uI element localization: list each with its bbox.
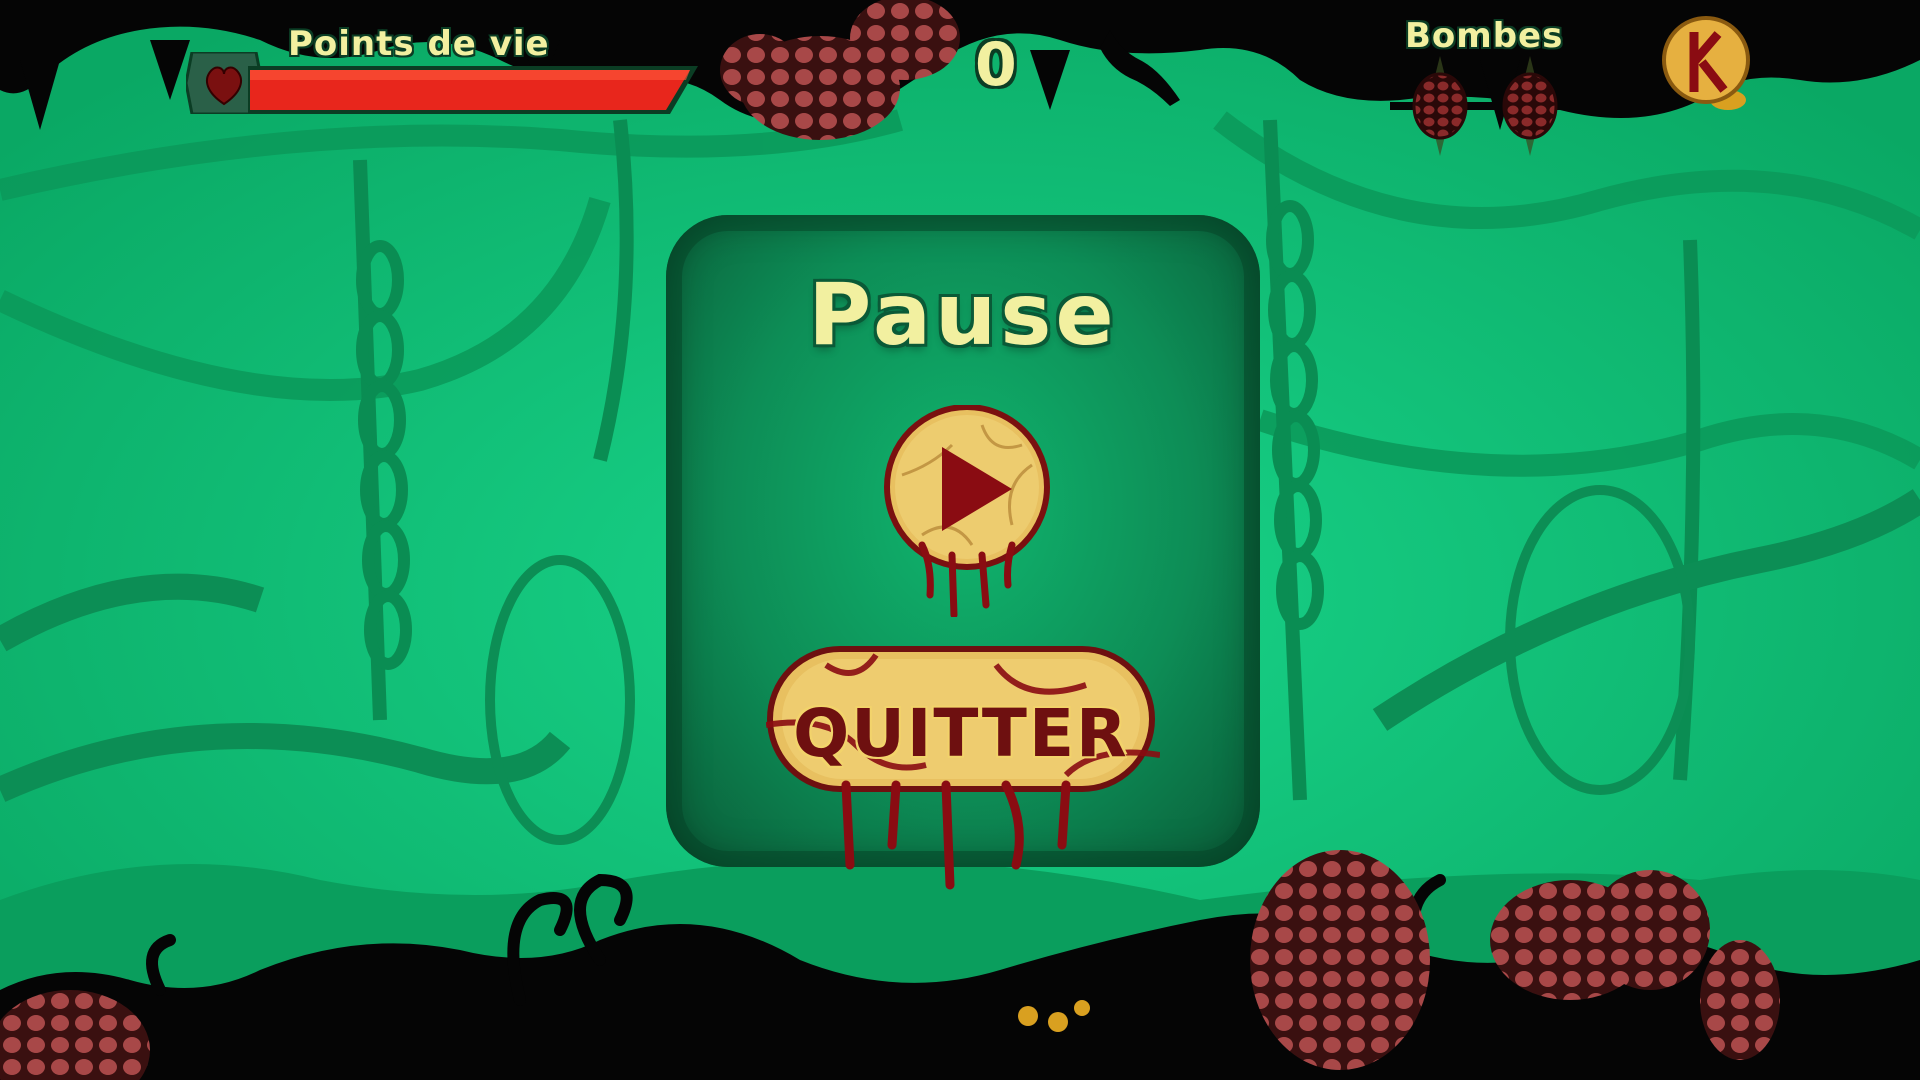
bomb-egg-icon (1412, 72, 1468, 140)
bomb-egg-icon (1502, 72, 1558, 140)
score-value: 0 (975, 30, 1017, 100)
play-icon (884, 405, 1050, 617)
quit-label: QUITTER (793, 695, 1129, 772)
pause-title: Pause (808, 265, 1118, 365)
bomb-rack (1390, 56, 1630, 156)
pause-menu-panel: Pause QUITTER (666, 215, 1260, 890)
quit-button[interactable]: QUITTER (766, 645, 1160, 895)
health-bar (188, 54, 698, 114)
resume-button[interactable] (882, 405, 1052, 617)
special-bomb-icon[interactable] (1658, 14, 1754, 110)
bombs-label: Bombes (1405, 16, 1564, 56)
